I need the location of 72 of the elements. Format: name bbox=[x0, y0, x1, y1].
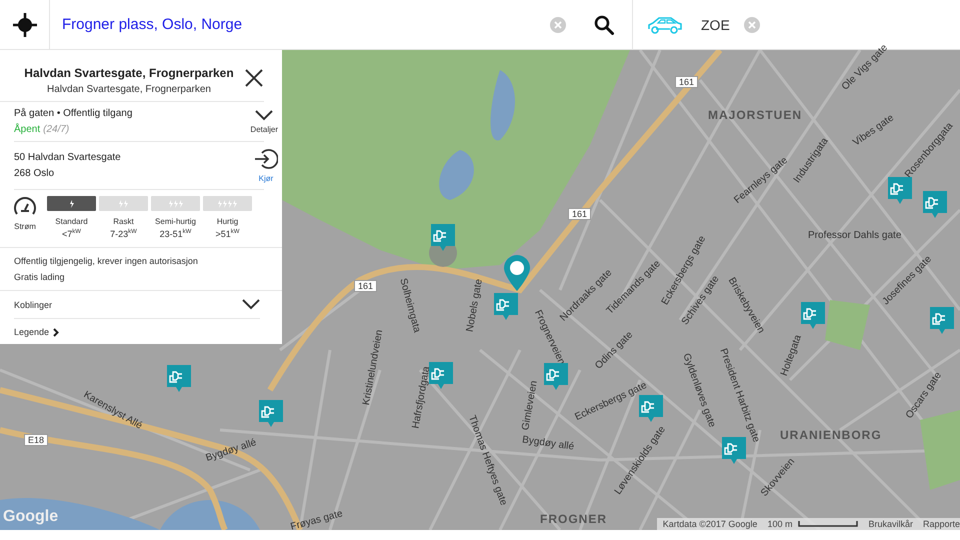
address-line: 268 Oslo bbox=[14, 168, 56, 179]
scale-bar-icon bbox=[798, 521, 858, 527]
access-text: Offentlig tilgjengelig, krever ingen autorisasjon bbox=[14, 256, 199, 266]
road-number-label: 161 bbox=[675, 76, 698, 88]
power-label: Strøm bbox=[14, 222, 36, 231]
attribution-text: Kartdata ©2017 Google bbox=[662, 519, 758, 529]
plug-marker-icon[interactable] bbox=[888, 177, 912, 205]
street-label: Gimleveien bbox=[520, 380, 540, 432]
station-type: På gaten • Offentlig tilgang bbox=[14, 108, 132, 119]
opening-hours: (24/7) bbox=[43, 124, 70, 135]
plug-marker-icon[interactable] bbox=[639, 395, 663, 423]
speed-value: >51$^{kW}$ bbox=[216, 229, 240, 239]
plug-marker-icon[interactable] bbox=[801, 302, 825, 330]
plug-marker-icon[interactable] bbox=[167, 365, 191, 393]
bolt-icon bbox=[68, 200, 74, 208]
plug-marker-icon[interactable] bbox=[722, 437, 746, 465]
details-button[interactable]: Detaljer bbox=[250, 110, 278, 134]
street-label: Frøyas gate bbox=[289, 508, 344, 533]
street-label: Thomas Heftyes gate bbox=[466, 414, 509, 508]
district-label: FROGNER bbox=[540, 512, 607, 526]
price-text: Gratis lading bbox=[14, 272, 66, 282]
plug-marker-icon[interactable] bbox=[431, 224, 455, 252]
plug-marker-icon[interactable] bbox=[259, 400, 283, 428]
speed-name: Standard bbox=[55, 217, 88, 226]
speed-name: Semi-hurtig bbox=[155, 217, 196, 226]
road-number-label: 161 bbox=[354, 280, 378, 292]
search-field[interactable]: Frogner plass, Oslo, Norge bbox=[62, 12, 542, 37]
road-number-label: 161 bbox=[568, 208, 592, 220]
speedometer-icon bbox=[13, 196, 37, 216]
plug-marker-icon[interactable] bbox=[494, 293, 518, 321]
station-title: Halvdan Svartesgate, Frognerparken bbox=[24, 66, 234, 80]
street-label: Vibes gate bbox=[851, 112, 896, 148]
speed-value: <7$^{kW}$ bbox=[62, 229, 81, 239]
speed-name: Raskt bbox=[113, 217, 134, 226]
connectors-label: Koblinger bbox=[14, 300, 52, 310]
report-link[interactable]: Rapporte bbox=[922, 519, 960, 529]
district-label: URANIENBORG bbox=[780, 428, 882, 442]
street-label: Nobels gate bbox=[464, 278, 485, 333]
street-label: Ole Vigs gate bbox=[840, 42, 890, 93]
open-status: Åpent bbox=[14, 124, 40, 135]
district-label: MAJORSTUEN bbox=[708, 108, 802, 122]
legend-link[interactable]: Legende bbox=[0, 319, 74, 344]
crosshair-icon[interactable] bbox=[12, 12, 36, 36]
road-number-label: E18 bbox=[24, 434, 48, 446]
terms-link[interactable]: Brukavilkår bbox=[868, 519, 913, 529]
plug-marker-icon[interactable] bbox=[923, 191, 947, 219]
street-label: Professor Dahls gate bbox=[808, 230, 902, 241]
map-logo: Google bbox=[3, 508, 58, 526]
bolt-icon bbox=[217, 200, 238, 208]
speed-value: 23-51$^{kW}$ bbox=[160, 229, 192, 239]
bolt-icon bbox=[118, 200, 129, 208]
plug-marker-icon[interactable] bbox=[429, 362, 453, 390]
car-icon[interactable] bbox=[647, 14, 683, 34]
vehicle-name: ZOE bbox=[701, 16, 730, 32]
chevron-down-icon bbox=[255, 110, 274, 120]
chevron-down-icon[interactable] bbox=[242, 299, 260, 310]
arrow-circle-icon bbox=[254, 148, 278, 170]
plug-marker-icon[interactable] bbox=[544, 363, 568, 391]
location-pin-icon[interactable] bbox=[502, 254, 532, 292]
bolt-icon bbox=[168, 200, 184, 208]
address-line: 50 Halvdan Svartesgate bbox=[14, 152, 121, 163]
scale-label: 100 m bbox=[767, 519, 792, 529]
plug-marker-icon[interactable] bbox=[930, 307, 954, 335]
drive-button[interactable]: Kjør bbox=[254, 148, 278, 183]
speed-name: Hurtig bbox=[216, 217, 238, 226]
chevron-right-icon bbox=[53, 328, 60, 336]
speed-value: 7-23$^{kW}$ bbox=[110, 229, 137, 239]
station-subtitle: Halvdan Svartesgate, Frognerparken bbox=[47, 84, 211, 95]
street-label: Bygdøy allé bbox=[522, 434, 575, 453]
close-icon[interactable] bbox=[244, 68, 264, 88]
search-icon[interactable] bbox=[594, 14, 614, 34]
street-label: Bygdøy allé bbox=[204, 437, 258, 464]
